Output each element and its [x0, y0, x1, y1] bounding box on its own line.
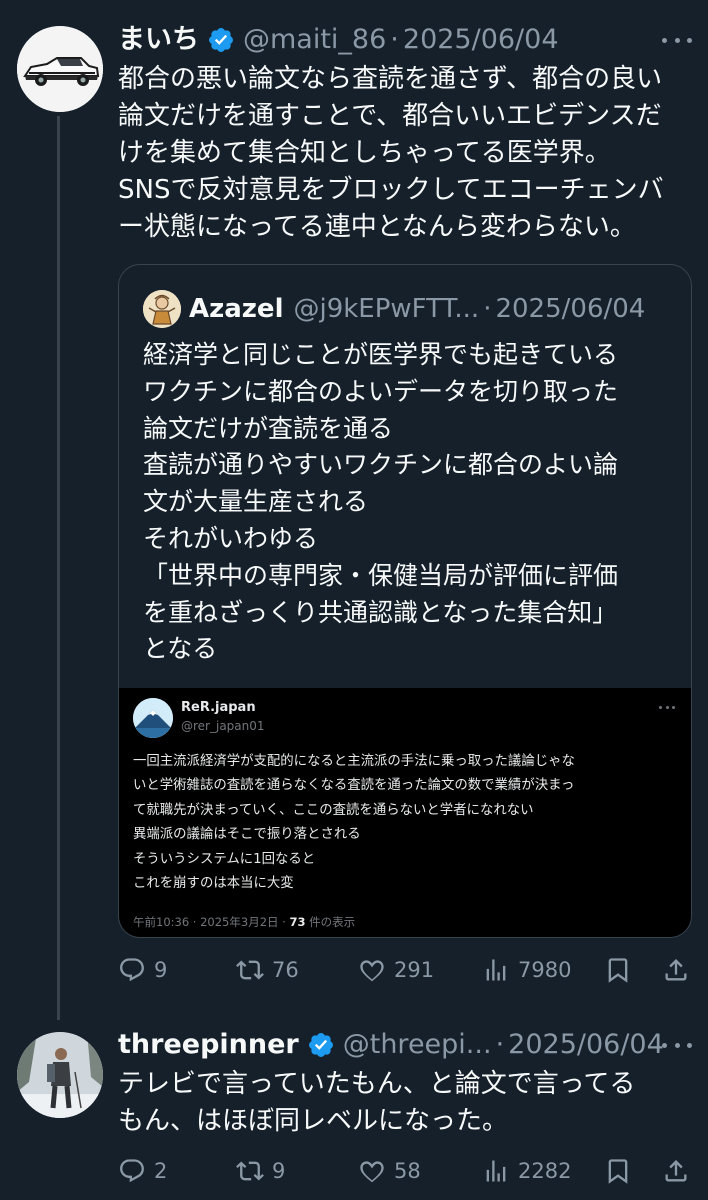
repost-count: 76 [272, 958, 299, 982]
hiker-avatar-icon [17, 1032, 103, 1118]
share-icon [665, 1160, 687, 1182]
display-name[interactable]: threepinner [118, 1029, 299, 1061]
reply-button[interactable]: 9 [118, 953, 167, 987]
avatar[interactable] [17, 26, 103, 112]
quoted-tweet-card[interactable]: Azazel @j9kEPwFTT... · 2025/06/04 経済学と同じ… [118, 264, 692, 938]
thread-connector-line [57, 116, 60, 1020]
quoted-text-line: を重ねざっくり共通認識となった集合知」 [143, 597, 618, 627]
bookmark-icon [608, 958, 628, 983]
embedded-meta-prefix: 午前10:36 · 2025年3月2日 · [133, 915, 290, 929]
embedded-view-suffix: 件の表示 [305, 915, 356, 929]
display-name[interactable]: まいち [118, 24, 199, 56]
embedded-text-line: 一回主流派経済学が支配的になると主流派の手法に乗っ取った議論じゃな [133, 754, 575, 769]
embedded-tweet-text: 一回主流派経済学が支配的になると主流派の手法に乗っ取った議論じゃな いと学術雑誌… [133, 750, 683, 896]
verified-badge-icon [209, 28, 233, 52]
quoted-display-name[interactable]: Azazel [189, 293, 283, 325]
views-button[interactable]: 2282 [482, 1154, 571, 1188]
tweet-text-line: テレビで言っていたもん、と論文で言ってる [118, 1069, 636, 1099]
quoted-text-line: となる [143, 634, 218, 664]
embedded-text-line: て就職先が決まっていく、ここの査読を通らないと学者になれない [133, 802, 534, 818]
tweet-action-bar: 2 9 58 2282 [118, 1154, 690, 1188]
embedded-text-line: いと学術雑誌の査読を通らなくなる査読を通った論文の数で業績が決まっ [133, 778, 575, 794]
tweet-text-line: SNSで反対意見をブロックしてエコーチェンバ [118, 175, 664, 205]
embedded-user-handle: @rer_japan01 [181, 719, 265, 733]
embedded-view-count: 73 [289, 915, 306, 929]
embedded-more-icon [659, 706, 675, 710]
like-count: 291 [394, 958, 435, 982]
reply-count: 9 [154, 958, 168, 982]
quoted-text-line: それがいわゆる [143, 523, 319, 553]
repost-icon [236, 1161, 264, 1181]
tweet-text-line: もん、はほぼ同レベルになった。 [118, 1106, 509, 1136]
more-options-icon[interactable] [662, 1040, 692, 1050]
quoted-tweet-date[interactable]: 2025/06/04 [495, 293, 645, 325]
tweet-text-line: ー状態になってる連中となんら変わらない。 [118, 212, 636, 242]
like-button[interactable]: 58 [358, 1154, 421, 1188]
share-button[interactable] [662, 1154, 690, 1188]
separator-dot: · [483, 294, 492, 324]
verified-badge-icon [308, 1033, 333, 1057]
avatar[interactable] [17, 1032, 103, 1118]
tweet-text: 都合の悪い論文なら査読を通さず、都合の良い 論文だけを通すことで、都合いいエビデ… [118, 61, 703, 246]
tweet-header: まいち @maiti_86 · 2025/06/04 [118, 24, 559, 56]
embedded-meta: 午前10:36 · 2025年3月2日 · 73 件の表示 [133, 914, 355, 930]
heart-icon [360, 1161, 384, 1183]
view-count: 7980 [518, 958, 572, 982]
tweet-text: テレビで言っていたもん、と論文で言ってる もん、はほぼ同レベルになった。 [118, 1066, 703, 1140]
repost-button[interactable]: 9 [236, 1154, 285, 1188]
embedded-screenshot-image[interactable]: ReR.japan @rer_japan01 一回主流派経済学が支配的になると主… [119, 688, 691, 937]
embedded-display-name: ReR.japan [181, 700, 256, 715]
quoted-text-line: 経済学と同じことが医学界でも起きている [143, 340, 619, 369]
views-chart-icon [486, 959, 506, 981]
user-handle[interactable]: @threepi... [343, 1029, 492, 1061]
embedded-avatar [133, 698, 173, 738]
reply-icon [120, 1159, 144, 1183]
reply-icon [120, 958, 144, 982]
tweet-action-bar: 9 76 291 7980 [118, 953, 690, 987]
view-count: 2282 [518, 1159, 572, 1183]
tweet-text-line: 都合の悪い論文なら査読を通さず、都合の良い [118, 64, 663, 94]
separator-dot: · [495, 1029, 505, 1060]
quoted-tweet-header: Azazel @j9kEPwFTT... · 2025/06/04 [143, 290, 645, 328]
like-button[interactable]: 291 [358, 953, 434, 987]
mountain-avatar-icon [133, 698, 173, 738]
quoted-text-line: 査読が通りやすいワクチンに都合のよい論 [143, 450, 619, 480]
bookmark-icon [608, 1159, 628, 1184]
quoted-text-line: 論文だけが査読を通る [143, 413, 394, 443]
quoted-user-handle[interactable]: @j9kEPwFTT... [293, 293, 479, 325]
heart-icon [360, 960, 384, 982]
bookmark-button[interactable] [604, 953, 632, 987]
repost-button[interactable]: 76 [236, 953, 299, 987]
reply-button[interactable]: 2 [118, 1154, 167, 1188]
bookmark-button[interactable] [604, 1154, 632, 1188]
quoted-avatar[interactable] [143, 290, 181, 328]
tweet-header: threepinner @threepi... · 2025/06/04 [118, 1029, 664, 1061]
thread-view: まいち @maiti_86 · 2025/06/04 都合の悪い論文なら査読を通… [0, 0, 708, 1200]
like-count: 58 [394, 1159, 421, 1183]
embedded-text-line: これを崩すのは本当に大変 [133, 876, 294, 892]
tweet-text-line: 論文だけを通すことで、都合いいエビデンスだ [118, 101, 662, 131]
views-chart-icon [486, 1160, 506, 1182]
share-button[interactable] [662, 953, 690, 987]
car-avatar-icon [17, 26, 103, 112]
quoted-tweet-text: 経済学と同じことが医学界でも起きている ワクチンに都合のよいデータを切り取った … [143, 337, 673, 668]
quoted-text-line: ワクチンに都合のよいデータを切り取った [143, 376, 619, 406]
reply-count: 2 [154, 1159, 168, 1183]
share-icon [665, 959, 687, 981]
tweet-text-line: けを集めて集合知としちゃってる医学界。 [118, 138, 611, 168]
more-options-icon[interactable] [662, 35, 692, 45]
quoted-text-line: 文が大量生産される [143, 487, 369, 517]
illustrated-figure-avatar-icon [143, 290, 181, 328]
repost-icon [236, 960, 264, 980]
quoted-text-line: 「世界中の専門家・保健当局が評価に評価 [143, 560, 619, 590]
embedded-text-line: 異端派の議論はそこで振り落とされる [133, 827, 361, 843]
separator-dot: · [390, 24, 399, 55]
user-handle[interactable]: @maiti_86 [243, 24, 386, 56]
repost-count: 9 [272, 1159, 286, 1183]
embedded-text-line: そういうシステムに1回なると [133, 851, 316, 867]
views-button[interactable]: 7980 [482, 953, 571, 987]
tweet-date[interactable]: 2025/06/04 [403, 24, 559, 56]
tweet-date[interactable]: 2025/06/04 [508, 1029, 664, 1061]
